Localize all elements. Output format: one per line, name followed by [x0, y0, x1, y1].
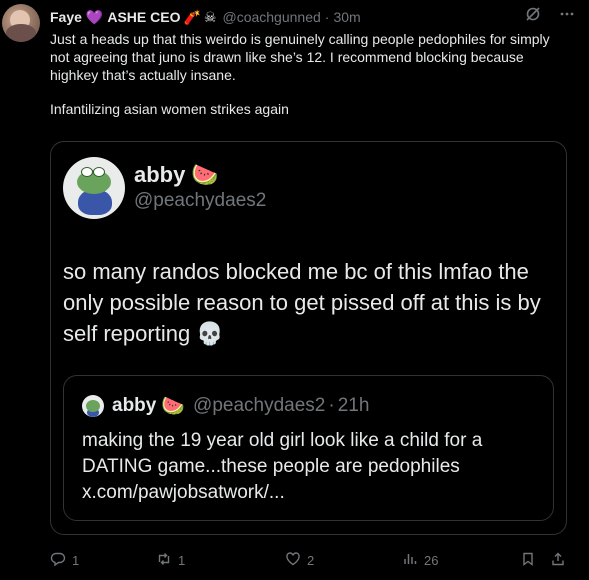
views-count: 26	[424, 553, 439, 568]
retweet-icon	[156, 551, 172, 570]
heart-icon	[285, 551, 301, 570]
tweet-timestamp[interactable]: 30m	[333, 9, 360, 25]
share-button[interactable]	[550, 551, 566, 570]
firecracker-icon: 🧨	[183, 9, 201, 25]
tweet-paragraph-2: Infantilizing asian women strikes again	[50, 101, 289, 117]
reply-button[interactable]: 1	[50, 551, 79, 570]
quoted-tweet-text: so many randos blocked me bc of this lmf…	[63, 259, 541, 346]
separator-dot: ·	[324, 9, 330, 25]
views-button[interactable]: 26	[402, 551, 438, 570]
author-name[interactable]: Faye	[50, 9, 82, 25]
retweet-count: 1	[178, 553, 186, 568]
avatar-frog-head	[86, 400, 100, 412]
share-icon	[550, 551, 566, 570]
skull-crossbones-icon: ☠	[203, 9, 217, 25]
purple-heart-icon: 💜	[85, 9, 104, 25]
quoted-author-name-row: abby 🍉	[134, 162, 219, 188]
analytics-icon	[402, 551, 418, 570]
reply-icon	[50, 551, 66, 570]
tweet-header: Faye 💜 ASHE CEO 🧨 ☠ @coachgunned · 30m	[50, 8, 361, 26]
quoted-author-avatar[interactable]	[63, 157, 125, 219]
like-button[interactable]: 2	[285, 551, 314, 570]
reply-count: 1	[72, 553, 80, 568]
tweet-body: Just a heads up that this weirdo is genu…	[50, 30, 570, 118]
watermelon-icon: 🍉	[161, 396, 186, 417]
grok-icon[interactable]	[525, 6, 541, 25]
nested-author-avatar[interactable]	[82, 395, 104, 417]
bookmark-icon	[520, 551, 536, 570]
bookmark-button[interactable]	[520, 551, 536, 570]
like-count: 2	[307, 553, 315, 568]
quoted-author-name[interactable]: abby	[134, 162, 185, 188]
quoted-author-handle[interactable]: @peachydaes2	[134, 190, 266, 212]
tweet-paragraph-1: Just a heads up that this weirdo is genu…	[50, 31, 550, 83]
author-badge-text: ASHE CEO	[107, 9, 181, 25]
tweet-action-bar: 1 1 2 26	[50, 551, 570, 569]
nested-tweet-text: making the 19 year old girl look like a …	[82, 430, 483, 503]
retweet-button[interactable]: 1	[156, 551, 185, 570]
more-options-icon[interactable]	[559, 6, 575, 25]
avatar-frog-eye	[81, 167, 93, 177]
author-handle[interactable]: @coachgunned	[222, 9, 320, 25]
tweet-top-actions	[525, 6, 575, 25]
author-avatar[interactable]	[2, 4, 40, 42]
quoted-tweet-card[interactable]: abby 🍉 @peachydaes2 so many randos block…	[50, 141, 567, 535]
nested-tweet-header: abby 🍉 @peachydaes2 · 21h	[112, 394, 369, 418]
nested-tweet-timestamp[interactable]: 21h	[338, 395, 370, 417]
watermelon-icon: 🍉	[191, 162, 219, 187]
nested-quoted-tweet-card[interactable]: abby 🍉 @peachydaes2 · 21h making the 19 …	[63, 375, 554, 521]
avatar-shoulders	[6, 24, 36, 42]
nested-author-name[interactable]: abby	[112, 395, 156, 417]
nested-author-handle[interactable]: @peachydaes2	[193, 395, 325, 417]
separator-dot: ·	[328, 395, 335, 416]
avatar-frog-eye	[93, 167, 105, 177]
